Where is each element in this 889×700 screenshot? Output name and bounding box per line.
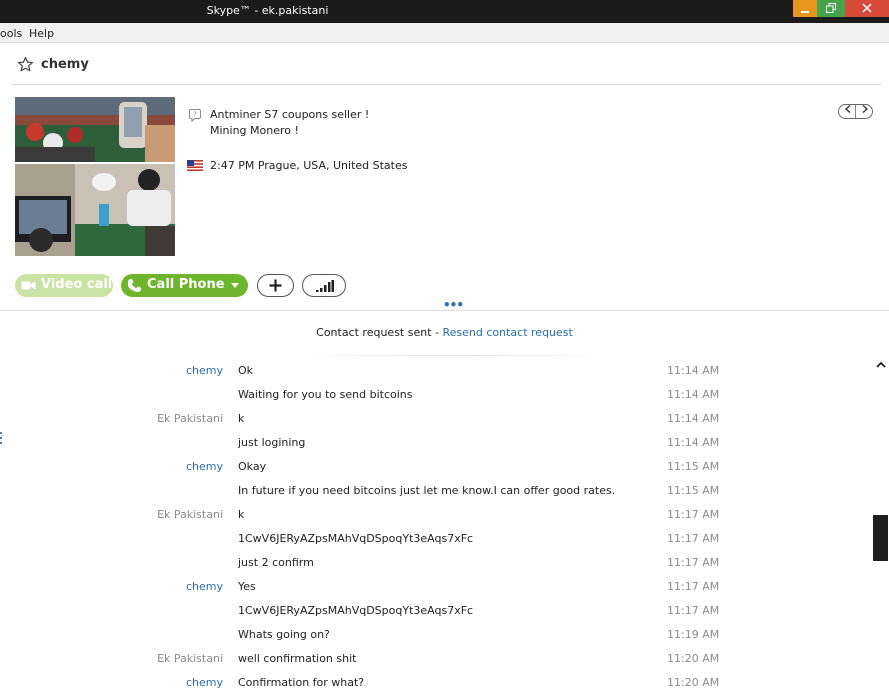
message-text: Ok (238, 364, 254, 377)
video-call-button[interactable]: Video call (15, 274, 113, 297)
message-time: 11:17 AM (667, 508, 720, 521)
message-text: well confirmation shit (238, 652, 357, 665)
chevron-left-icon (844, 104, 850, 114)
message-time: 11:15 AM (667, 484, 720, 497)
message-text: 1CwV6JERyAZpsMAhVqDSpoqYt3eAqs7xFc (238, 604, 474, 617)
signal-bars-icon (316, 280, 334, 292)
message-time: 11:14 AM (667, 388, 720, 401)
message-row: Ek Pakistani well confirmation shit 11:2… (0, 652, 860, 676)
call-phone-label: Call Phone (147, 277, 225, 292)
minimize-button[interactable] (793, 0, 817, 17)
previous-button[interactable] (839, 104, 856, 118)
message-time: 11:14 AM (667, 436, 720, 449)
message-time: 11:17 AM (667, 556, 720, 569)
profile-divider (0, 310, 889, 311)
close-icon (862, 3, 872, 13)
contact-name: chemy (41, 57, 89, 72)
header-divider (12, 84, 881, 85)
message-row: chemy Ok 11:14 AM (0, 364, 860, 388)
message-row: 1CwV6JERyAZpsMAhVqDSpoqYt3eAqs7xFc 11:17… (0, 604, 860, 628)
message-row: just logining 11:14 AM (0, 436, 860, 460)
message-row: Whats going on? 11:19 AM (0, 628, 860, 652)
call-phone-button[interactable]: Call Phone (121, 274, 248, 297)
window-title: Skype™ - ek.pakistani (206, 4, 329, 17)
message-row: chemy Confirmation for what? 11:20 AM (0, 676, 860, 700)
profile-photo-bottom (15, 164, 175, 256)
message-text: Whats going on? (238, 628, 330, 641)
left-edge-grip-icon (0, 432, 2, 444)
contact-request-text: Contact request sent - (316, 326, 443, 339)
message-time: 11:20 AM (667, 652, 720, 665)
message-row: Waiting for you to send bitcoins 11:14 A… (0, 388, 860, 412)
message-text: 1CwV6JERyAZpsMAhVqDSpoqYt3eAqs7xFc (238, 532, 474, 545)
message-text: Confirmation for what? (238, 676, 365, 689)
message-time: 11:19 AM (667, 628, 720, 641)
favorite-star-icon[interactable] (17, 56, 34, 73)
plus-icon (269, 279, 282, 292)
next-button[interactable] (856, 104, 873, 118)
profile-photo-top (15, 97, 175, 162)
message-text: Yes (238, 580, 256, 593)
phone-icon (127, 279, 141, 292)
message-row: just 2 confirm 11:17 AM (0, 556, 860, 580)
message-text: Waiting for you to send bitcoins (238, 388, 413, 401)
message-text: k (238, 412, 245, 425)
message-time: 11:20 AM (667, 676, 720, 689)
video-camera-icon (21, 281, 36, 290)
message-time: 11:14 AM (667, 412, 720, 425)
chevron-down-icon[interactable] (231, 283, 239, 288)
message-text: Okay (238, 460, 267, 473)
message-sender[interactable]: chemy (186, 460, 223, 473)
message-time: 11:14 AM (667, 364, 720, 377)
message-row: In future if you need bitcoins just let … (0, 484, 860, 508)
message-row: Ek Pakistani k 11:17 AM (0, 508, 860, 532)
message-text: k (238, 508, 245, 521)
message-text: just logining (238, 436, 306, 449)
message-sender[interactable]: Ek Pakistani (157, 652, 223, 665)
chevron-right-icon (862, 104, 868, 114)
message-text: In future if you need bitcoins just let … (238, 484, 616, 497)
mood-line-1: Antminer S7 coupons seller ! (210, 108, 370, 121)
us-flag-icon (187, 160, 203, 171)
message-time: 11:17 AM (667, 580, 720, 593)
add-button[interactable] (257, 274, 294, 297)
minimize-icon (801, 11, 809, 13)
message-sender[interactable]: Ek Pakistani (157, 412, 223, 425)
mood-line-2: Mining Monero ! (210, 124, 299, 137)
local-time-location: 2:47 PM Prague, USA, United States (210, 159, 408, 172)
request-divider (290, 355, 620, 356)
maximize-button[interactable] (817, 0, 845, 17)
title-bar: Skype™ - ek.pakistani (0, 0, 889, 23)
menu-bar: ools Help (0, 23, 889, 43)
restore-icon (826, 3, 836, 13)
conversation-header: chemy (0, 44, 889, 85)
message-sender[interactable]: Ek Pakistani (157, 508, 223, 521)
profile-pager (838, 104, 873, 119)
close-button[interactable] (845, 0, 889, 17)
message-sender[interactable]: chemy (186, 364, 223, 377)
svg-text:?: ? (193, 111, 197, 119)
video-call-label: Video call (41, 277, 113, 292)
mood-message-icon: ? (189, 109, 201, 122)
message-row: 1CwV6JERyAZpsMAhVqDSpoqYt3eAqs7xFc 11:17… (0, 532, 860, 556)
scrollbar-thumb[interactable] (873, 515, 888, 561)
message-sender[interactable]: chemy (186, 676, 223, 689)
resend-contact-request-link[interactable]: Resend contact request (443, 326, 573, 339)
call-quality-button[interactable] (302, 274, 346, 297)
message-time: 11:17 AM (667, 604, 720, 617)
message-sender[interactable]: chemy (186, 580, 223, 593)
message-row: chemy Yes 11:17 AM (0, 580, 860, 604)
menu-tools[interactable]: ools (0, 27, 22, 40)
message-time: 11:15 AM (667, 460, 720, 473)
message-text: just 2 confirm (238, 556, 314, 569)
message-row: Ek Pakistani k 11:14 AM (0, 412, 860, 436)
contact-request-notice: Contact request sent - Resend contact re… (0, 326, 889, 339)
scroll-up-arrow-icon[interactable] (876, 360, 886, 370)
message-time: 11:17 AM (667, 532, 720, 545)
menu-help[interactable]: Help (29, 27, 54, 40)
message-row: chemy Okay 11:15 AM (0, 460, 860, 484)
